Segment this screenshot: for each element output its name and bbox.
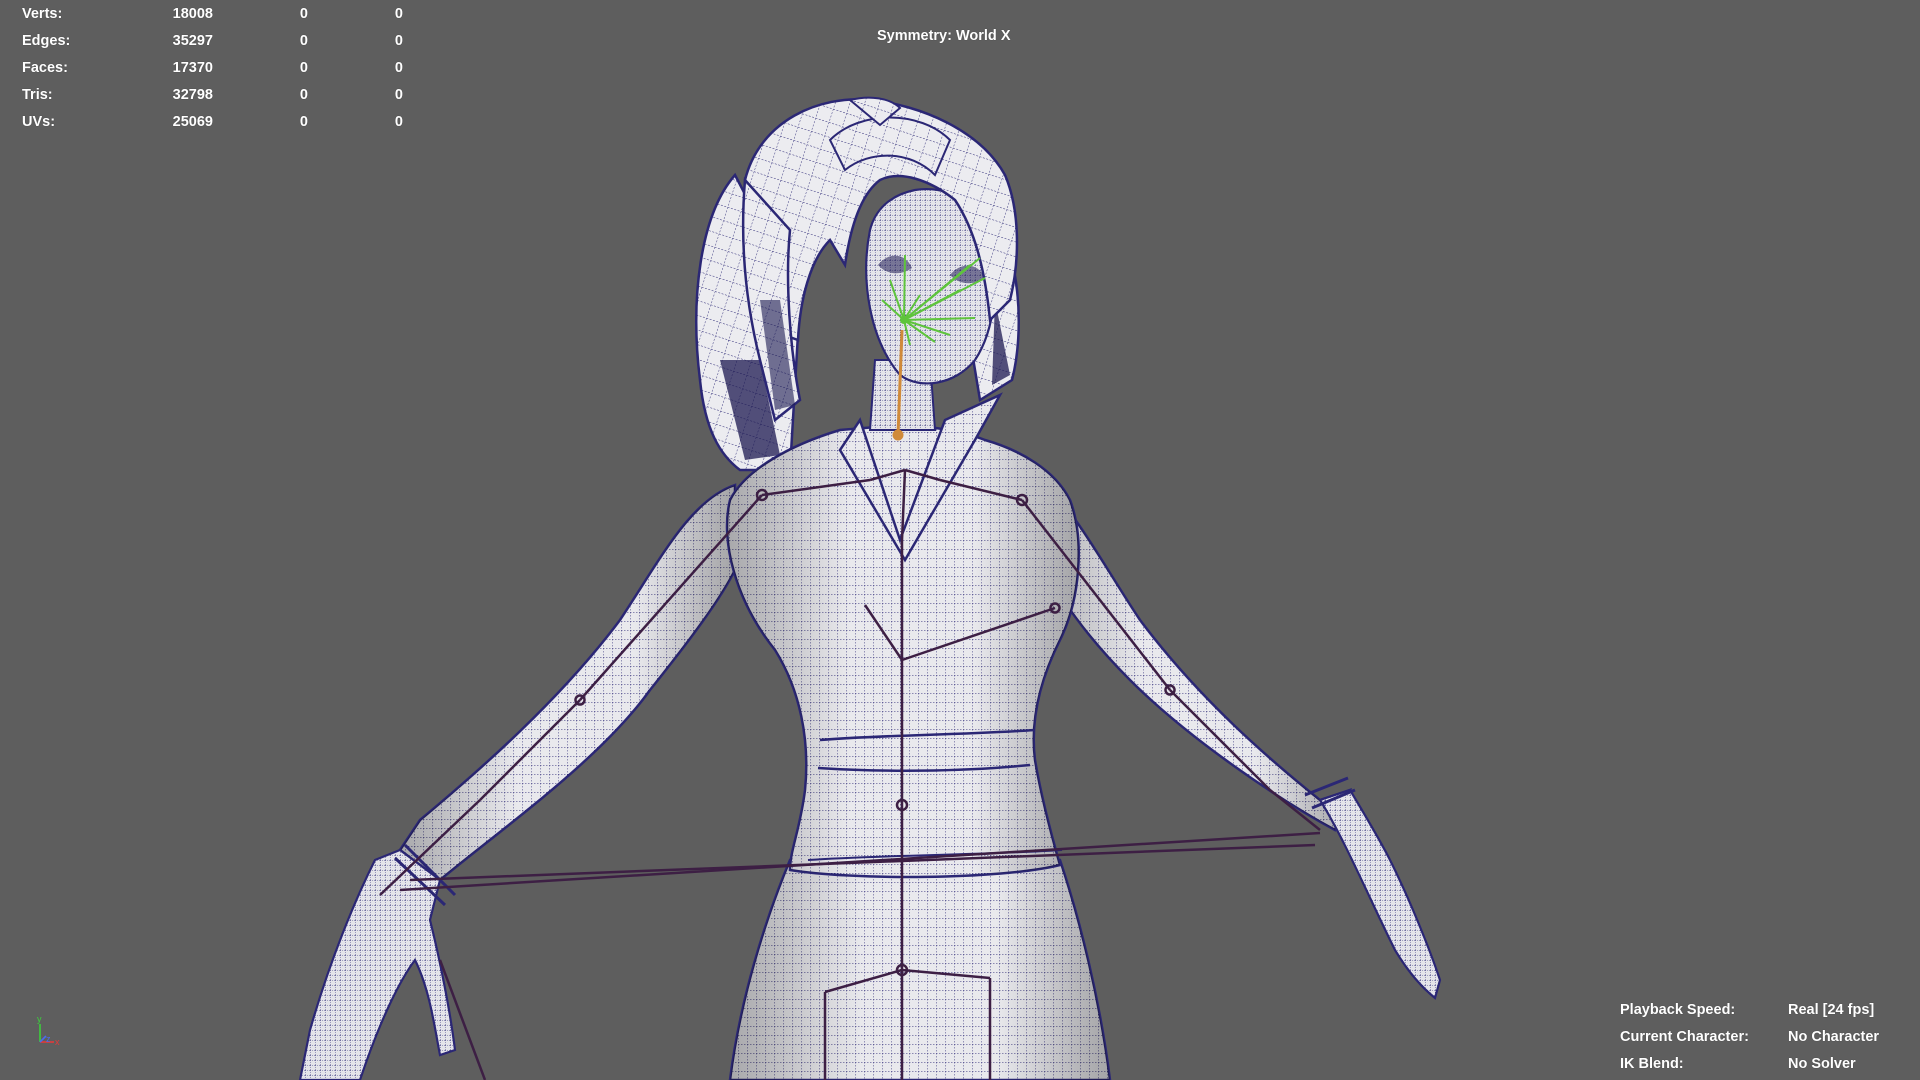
playback-hud-label: Playback Speed: — [1620, 1001, 1736, 1018]
poly-count-label: Verts: — [22, 6, 63, 23]
playback-hud-value: No Character — [1788, 1028, 1880, 1045]
axis-x-label: x — [55, 1037, 60, 1047]
playback-hud-label: IK Blend: — [1620, 1055, 1684, 1072]
view-axis-icon: y z x — [37, 1014, 60, 1047]
poly-count-row: Edges: 35297 0 0 — [22, 28, 403, 55]
playback-hud-row: Playback Speed: Real [24 fps] — [1620, 996, 1879, 1023]
character-mesh-wireframe[interactable] — [0, 0, 1920, 1080]
poly-count-label: Edges: — [22, 33, 71, 50]
playback-hud-value: Real [24 fps] — [1788, 1001, 1875, 1018]
poly-count-component: 0 — [394, 6, 403, 23]
axis-z-label: z — [46, 1034, 51, 1044]
poly-count-row: Verts: 18008 0 0 — [22, 1, 403, 28]
poly-count-selected: 0 — [299, 59, 308, 76]
right-arm-mesh — [1028, 467, 1442, 1000]
poly-count-total: 32798 — [172, 86, 213, 103]
poly-count-total: 18008 — [172, 6, 213, 23]
poly-count-selected: 0 — [299, 86, 308, 103]
playback-hud-value: No Solver — [1788, 1055, 1856, 1072]
poly-count-total: 25069 — [172, 113, 213, 130]
poly-count-row: Tris: 32798 0 0 — [22, 81, 403, 108]
poly-count-component: 0 — [394, 86, 403, 103]
poly-count-label: UVs: — [22, 113, 56, 130]
poly-count-row: UVs: 25069 0 0 — [22, 108, 403, 135]
poly-count-selected: 0 — [299, 33, 308, 50]
poly-count-hud: Verts: 18008 0 0 Edges: 35297 0 0 Faces: 17370 0 0 T… — [22, 1, 403, 135]
poly-count-label: Tris: — [22, 86, 53, 103]
poly-count-selected: 0 — [299, 113, 308, 130]
symmetry-status: Symmetry: World X — [877, 28, 1011, 44]
playback-hud: Playback Speed: Real [24 fps] Current Char… — [1620, 996, 1879, 1077]
poly-count-component: 0 — [394, 59, 403, 76]
lower-body-mesh — [728, 858, 1112, 1080]
poly-count-total: 17370 — [172, 59, 213, 76]
viewport-3d[interactable]: Verts: 18008 0 0 Edges: 35297 0 0 Faces: 17370 0 0 T… — [0, 0, 1920, 1080]
playback-hud-label: Current Character: — [1620, 1028, 1749, 1045]
left-arm-mesh — [298, 483, 737, 1080]
poly-count-selected: 0 — [299, 6, 308, 23]
poly-count-row: Faces: 17370 0 0 — [22, 55, 403, 82]
axis-y-label: y — [37, 1014, 42, 1024]
playback-hud-row: Current Character: No Character — [1620, 1023, 1879, 1050]
poly-count-label: Faces: — [22, 59, 68, 76]
poly-count-component: 0 — [394, 33, 403, 50]
poly-count-component: 0 — [394, 113, 403, 130]
playback-hud-row: IK Blend: No Solver — [1620, 1050, 1879, 1077]
poly-count-total: 35297 — [172, 33, 213, 50]
